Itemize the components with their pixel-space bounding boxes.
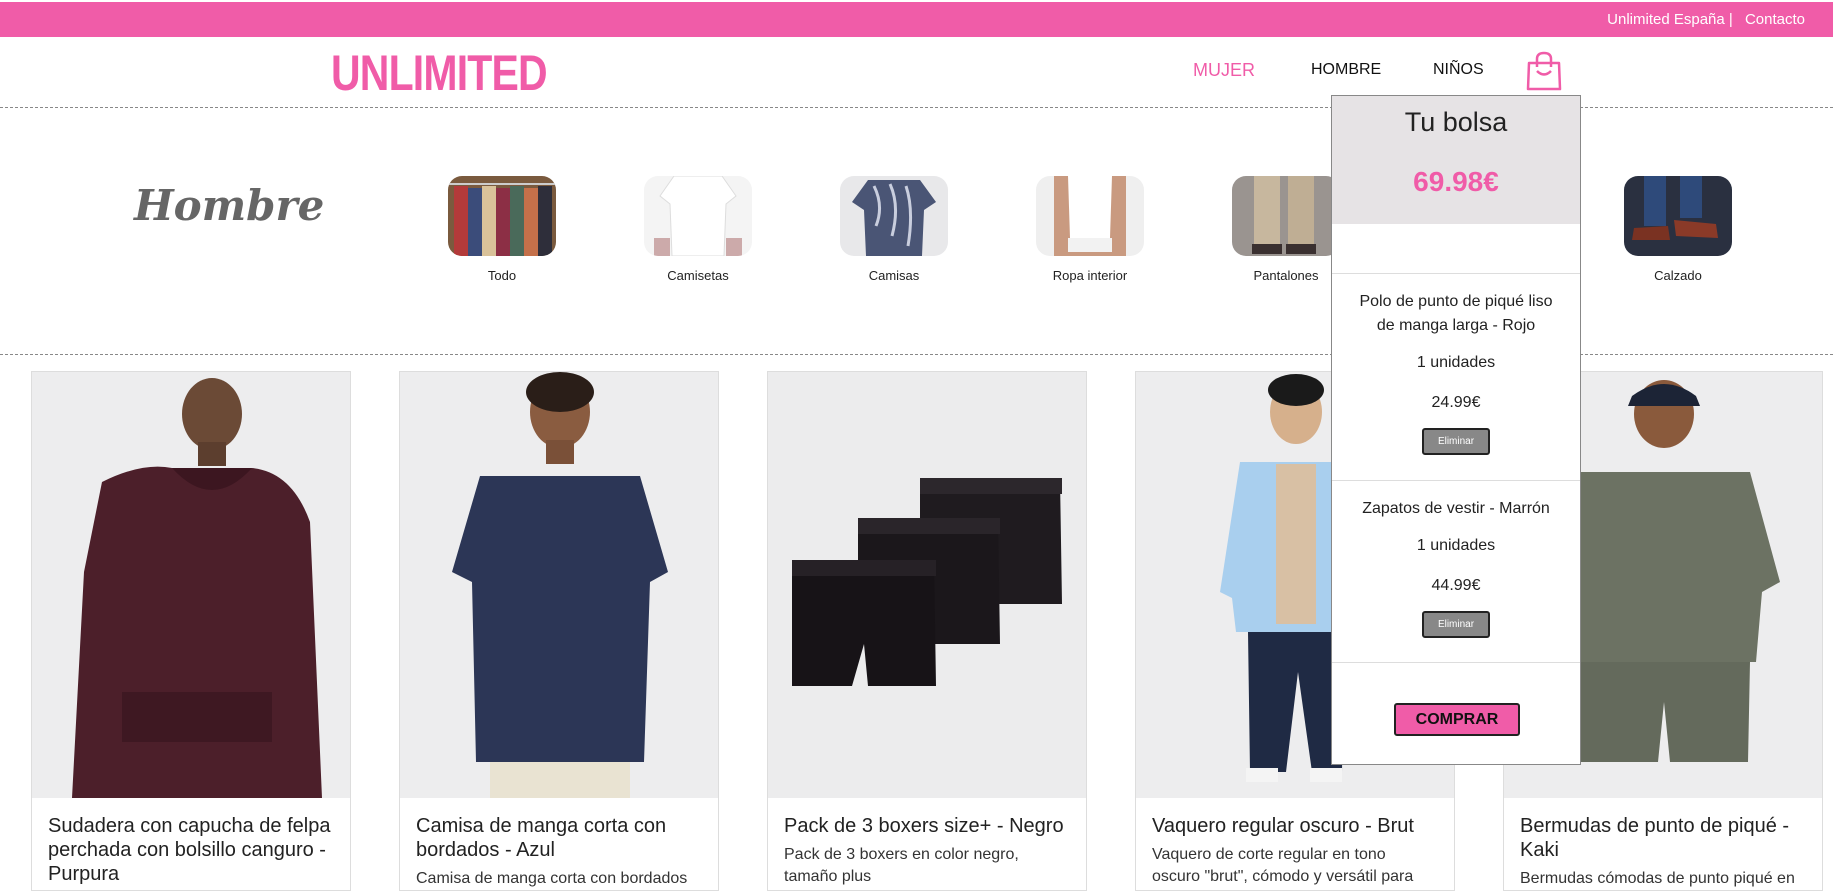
bag-header: Tu bolsa 69.98€ [1332,96,1580,224]
product-card[interactable]: Pack de 3 boxers size+ - Negro Pack de 3… [767,371,1087,891]
product-card[interactable]: Camisa de manga corta con bordados - Azu… [399,371,719,891]
nav-hombre[interactable]: HOMBRE [1311,61,1381,79]
bag-item: Polo de punto de piqué liso de manga lar… [1332,290,1580,455]
bag-item-qty: 1 unidades [1416,537,1496,554]
bag-title: Tu bolsa [1404,107,1508,137]
product-description: Bermudas cómodas de punto piqué en [1520,870,1795,887]
divider [1332,273,1580,274]
remove-button[interactable]: Eliminar [1422,428,1490,455]
category-thumb-pantalones[interactable] [1232,176,1340,256]
bag-dropdown: Tu bolsa 69.98€ Polo de punto de piqué l… [1331,95,1581,765]
category-todo[interactable]: Todo [422,176,582,283]
bag-item: Zapatos de vestir - Marrón 1 unidades 44… [1332,497,1580,638]
contact-link[interactable]: Contacto [1745,11,1805,28]
divider [1332,480,1580,481]
category-label: Calzado [1654,268,1702,283]
product-title[interactable]: Pack de 3 boxers size+ - Negro [768,798,1086,838]
category-thumb-todo[interactable] [448,176,556,256]
category-label: Camisas [868,268,920,283]
category-label: Todo [487,268,517,283]
bag-item-price: 24.99€ [1431,394,1481,411]
category-label: Ropa interior [1052,268,1128,283]
category-thumb-ropa-interior[interactable] [1036,176,1144,256]
product-image[interactable] [400,372,718,798]
category-calzado[interactable]: Calzado [1598,176,1758,283]
country-link[interactable]: Unlimited España | [1607,11,1733,28]
product-image[interactable] [32,372,350,798]
section-title: Hombre [134,181,325,230]
category-thumb-camisetas[interactable] [644,176,752,256]
bag-item-name: Polo de punto de piqué liso de manga lar… [1359,293,1553,334]
product-description: Vaquero de corte regular en tono oscuro … [1152,846,1414,885]
product-title[interactable]: Bermudas de punto de piqué - Kaki [1504,798,1822,862]
category-thumb-camisas[interactable] [840,176,948,256]
product-title[interactable]: Sudadera con capucha de felpa perchada c… [32,798,350,886]
product-card[interactable]: Sudadera con capucha de felpa perchada c… [31,371,351,891]
category-ropa-interior[interactable]: Ropa interior [1010,176,1170,283]
nav-mujer[interactable]: MUJER [1193,60,1255,81]
category-thumb-calzado[interactable] [1624,176,1732,256]
bag-total: 69.98€ [1413,166,1499,197]
divider [1332,662,1580,663]
product-title[interactable]: Vaquero regular oscuro - Brut [1136,798,1454,838]
bag-item-qty: 1 unidades [1416,354,1496,371]
buy-button[interactable]: COMPRAR [1394,703,1520,736]
site-logo[interactable]: UNLIMITED [331,45,548,101]
top-links: Unlimited España | Contacto [1607,11,1805,28]
bag-item-price: 44.99€ [1431,577,1481,594]
nav-ninos[interactable]: NIÑOS [1433,61,1484,79]
product-image[interactable] [768,372,1086,798]
remove-button[interactable]: Eliminar [1422,611,1490,638]
category-camisas[interactable]: Camisas [814,176,974,283]
top-bar: Unlimited España | Contacto [0,2,1833,37]
bag-item-name: Zapatos de vestir - Marrón [1362,500,1550,517]
product-title[interactable]: Camisa de manga corta con bordados - Azu… [400,798,718,862]
product-description: Camisa de manga corta con bordados [416,870,688,887]
product-description: Pack de 3 boxers en color negro, tamaño … [784,846,1019,885]
category-label: Camisetas [667,268,729,283]
category-camisetas[interactable]: Camisetas [618,176,778,283]
shopping-bag-icon[interactable] [1525,51,1563,91]
